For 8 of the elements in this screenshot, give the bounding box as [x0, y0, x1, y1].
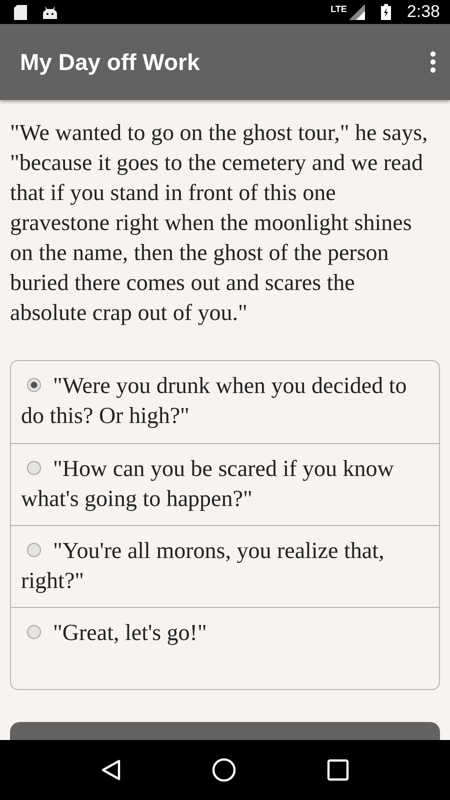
clock: 2:38 [406, 2, 440, 22]
network-type: LTE [330, 4, 347, 14]
story-text: "We wanted to go on the ghost tour," he says, "because it goes to the cemetery and we read that if you stand in front of this one gravestone right when the moonlight shines on the name, then the ghost of the person buried there comes out and scares the absolute crap out of you." [10, 119, 429, 327]
choice-option[interactable]: "Were you drunk when you decided to do this? Or high?" [11, 361, 439, 443]
app-title: My Day off Work [20, 48, 201, 76]
choice-option[interactable]: "You're all morons, you realize that, right?" [11, 525, 439, 607]
choice-option[interactable]: "How can you be scared if you know what's going to happen?" [11, 443, 439, 525]
choice-option[interactable]: "Great, let's go!" [11, 607, 439, 689]
